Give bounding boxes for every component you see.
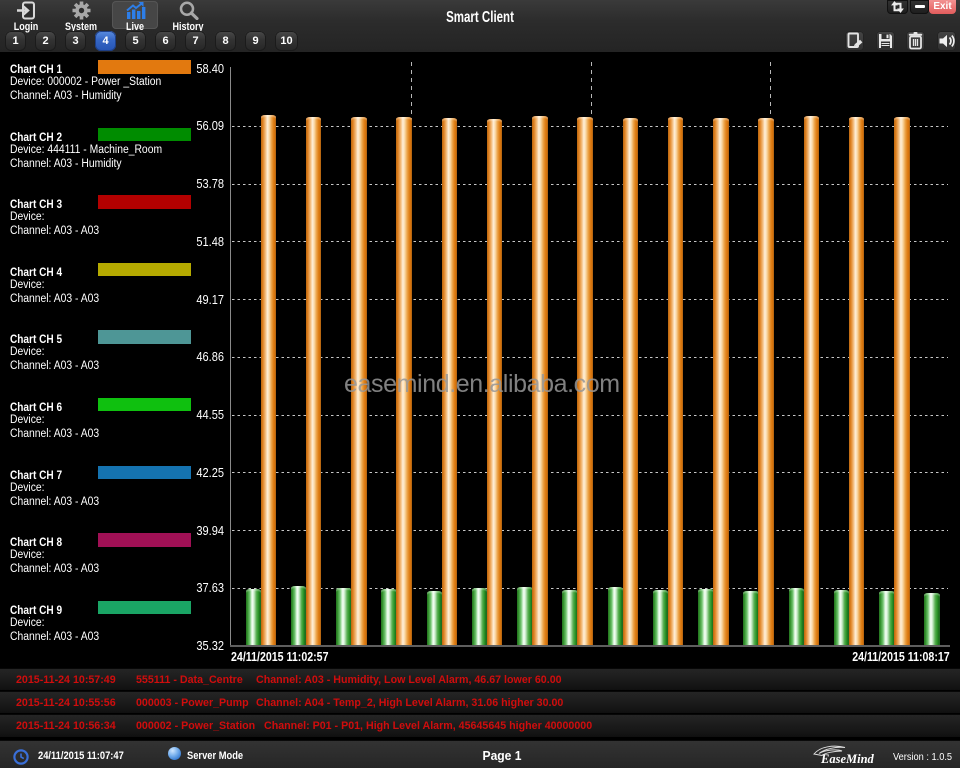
svg-text:EaseMind: EaseMind	[820, 752, 875, 766]
